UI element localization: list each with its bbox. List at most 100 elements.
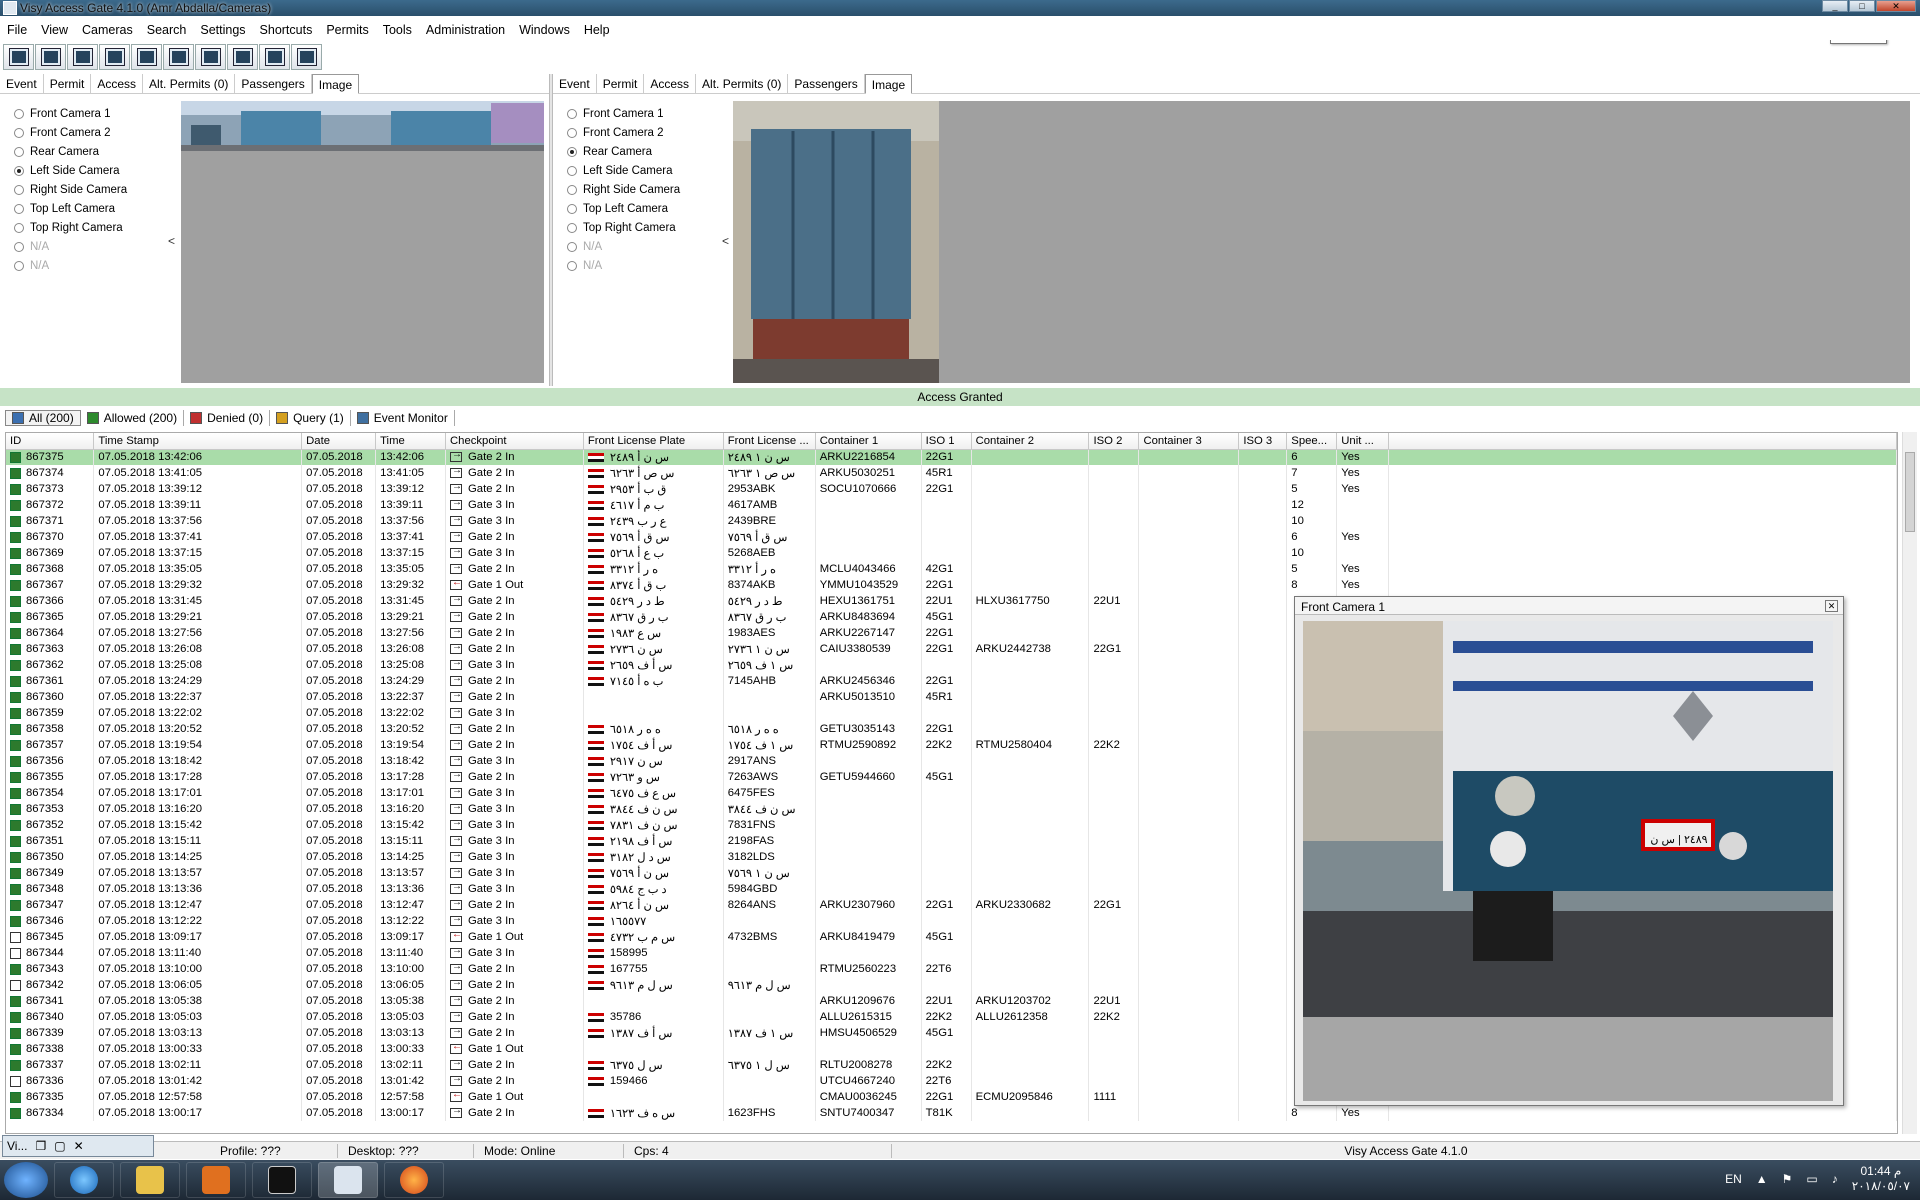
filter-allowed-200[interactable]: Allowed (200) (81, 410, 185, 426)
menu-administration[interactable]: Administration (419, 23, 512, 37)
taskbar-media[interactable] (186, 1162, 246, 1198)
tab-event[interactable]: Event (553, 74, 597, 93)
table-row[interactable]: 867370 07.05.2018 13:37:41 07.05.2018 13:37… (6, 529, 1897, 545)
camera-option-top-right-camera[interactable]: Top Right Camera (567, 218, 680, 237)
filter-event-monitor[interactable]: Event Monitor (351, 410, 455, 426)
toolbar-button-7[interactable] (195, 44, 226, 70)
menu-help[interactable]: Help (577, 23, 617, 37)
tab-alt-permits-0[interactable]: Alt. Permits (0) (143, 74, 236, 93)
network-icon[interactable]: ▭ (1806, 1172, 1817, 1186)
camera-option-right-side-camera[interactable]: Right Side Camera (567, 180, 680, 199)
radio-button[interactable] (567, 203, 577, 214)
column-header-front-license[interactable]: Front License ... (723, 433, 816, 450)
radio-button[interactable] (567, 184, 577, 195)
column-header-unit[interactable]: Unit ... (1336, 433, 1390, 450)
column-header-id[interactable]: ID (6, 433, 95, 450)
table-row[interactable]: 867367 07.05.2018 13:29:32 07.05.2018 13:29… (6, 577, 1897, 593)
column-header-container-2[interactable]: Container 2 (971, 433, 1090, 450)
table-row[interactable]: 867372 07.05.2018 13:39:11 07.05.2018 13:39… (6, 497, 1897, 513)
radio-button[interactable] (567, 127, 577, 138)
camera-option-front-camera-2[interactable]: Front Camera 2 (14, 123, 127, 142)
table-row[interactable]: 867374 07.05.2018 13:41:05 07.05.2018 13:41… (6, 465, 1897, 481)
radio-button[interactable] (14, 222, 24, 233)
table-row[interactable]: 867375 07.05.2018 13:42:06 07.05.2018 13:42… (6, 449, 1897, 465)
tab-access[interactable]: Access (644, 74, 697, 93)
filter-all-200[interactable]: All (200) (5, 410, 81, 426)
tab-alt-permits-0[interactable]: Alt. Permits (0) (696, 74, 789, 93)
menu-shortcuts[interactable]: Shortcuts (253, 23, 320, 37)
column-header-spee[interactable]: Spee... (1286, 433, 1338, 450)
camera-option-left-side-camera[interactable]: Left Side Camera (14, 161, 127, 180)
camera-option-top-left-camera[interactable]: Top Left Camera (567, 199, 680, 218)
column-header-time[interactable]: Time (375, 433, 447, 450)
taskbar-ie[interactable] (54, 1162, 114, 1198)
column-header-container-3[interactable]: Container 3 (1138, 433, 1240, 450)
radio-button[interactable] (567, 108, 577, 119)
camera-option-right-side-camera[interactable]: Right Side Camera (14, 180, 127, 199)
close-button[interactable]: ✕ (1876, 0, 1916, 12)
radio-button[interactable] (14, 146, 24, 157)
toolbar-button-9[interactable] (259, 44, 290, 70)
grid-vertical-scrollbar[interactable] (1902, 432, 1917, 1134)
taskbar-visy[interactable] (318, 1162, 378, 1198)
camera-option-left-side-camera[interactable]: Left Side Camera (567, 161, 680, 180)
camera-option-rear-camera[interactable]: Rear Camera (14, 142, 127, 161)
close-icon[interactable]: ✕ (1825, 600, 1838, 612)
menu-settings[interactable]: Settings (193, 23, 252, 37)
close-icon[interactable]: ✕ (74, 1139, 84, 1153)
menu-view[interactable]: View (34, 23, 75, 37)
right-collapse-arrow[interactable]: < (722, 234, 729, 248)
camera-option-front-camera-2[interactable]: Front Camera 2 (567, 123, 680, 142)
column-header-time-stamp[interactable]: Time Stamp (93, 433, 303, 450)
maximize-button[interactable]: □ (1849, 0, 1875, 12)
tab-image[interactable]: Image (311, 74, 360, 94)
menu-windows[interactable]: Windows (512, 23, 577, 37)
camera-option-front-camera-1[interactable]: Front Camera 1 (14, 104, 127, 123)
radio-button[interactable] (14, 108, 24, 119)
maximize-icon[interactable]: ▢ (54, 1139, 65, 1153)
toolbar-button-10[interactable] (291, 44, 322, 70)
tab-passengers[interactable]: Passengers (788, 74, 865, 93)
table-row[interactable]: 867368 07.05.2018 13:35:05 07.05.2018 13:35… (6, 561, 1897, 577)
clock[interactable]: 01:44 م ٢٠١٨/٠٥/٠٧ (1852, 1164, 1910, 1194)
tab-access[interactable]: Access (91, 74, 144, 93)
column-header-iso-2[interactable]: ISO 2 (1088, 433, 1140, 450)
camera-option-top-right-camera[interactable]: Top Right Camera (14, 218, 127, 237)
taskbar-explorer[interactable] (120, 1162, 180, 1198)
table-row[interactable]: 867373 07.05.2018 13:39:12 07.05.2018 13:39… (6, 481, 1897, 497)
column-header-iso-3[interactable]: ISO 3 (1238, 433, 1288, 450)
minimized-window[interactable]: Vi... ❐ ▢ ✕ (2, 1135, 154, 1157)
column-header-checkpoint[interactable]: Checkpoint (445, 433, 584, 450)
column-header-container-1[interactable]: Container 1 (815, 433, 922, 450)
toolbar-button-8[interactable] (227, 44, 258, 70)
menu-permits[interactable]: Permits (319, 23, 375, 37)
left-collapse-arrow[interactable]: < (168, 234, 175, 248)
filter-query-1[interactable]: Query (1) (270, 410, 351, 426)
toolbar-button-1[interactable] (3, 44, 34, 70)
tab-permit[interactable]: Permit (597, 74, 645, 93)
tab-permit[interactable]: Permit (44, 74, 92, 93)
radio-button[interactable] (14, 184, 24, 195)
radio-button[interactable] (14, 203, 24, 214)
column-header-front-license-plate[interactable]: Front License Plate (583, 433, 724, 450)
menu-tools[interactable]: Tools (376, 23, 419, 37)
toolbar-button-3[interactable] (67, 44, 98, 70)
front-camera-window[interactable]: Front Camera 1 ✕ ٢٤٨٩ | س ن (1294, 596, 1844, 1106)
taskbar-firefox[interactable] (384, 1162, 444, 1198)
radio-button[interactable] (14, 127, 24, 138)
language-indicator[interactable]: EN (1725, 1172, 1742, 1186)
table-row[interactable]: 867334 07.05.2018 13:00:17 07.05.2018 13:00… (6, 1105, 1897, 1121)
flag-icon[interactable]: ⚑ (1782, 1172, 1793, 1186)
camera-option-top-left-camera[interactable]: Top Left Camera (14, 199, 127, 218)
toolbar-button-5[interactable] (131, 44, 162, 70)
tab-event[interactable]: Event (0, 74, 44, 93)
radio-button[interactable] (567, 222, 577, 233)
taskbar-cmd[interactable] (252, 1162, 312, 1198)
camera-option-front-camera-1[interactable]: Front Camera 1 (567, 104, 680, 123)
restore-icon[interactable]: ❐ (35, 1139, 46, 1153)
start-button[interactable] (4, 1162, 48, 1198)
tab-passengers[interactable]: Passengers (235, 74, 312, 93)
minimize-button[interactable]: _ (1822, 0, 1848, 12)
toolbar-button-4[interactable] (99, 44, 130, 70)
toolbar-button-2[interactable] (35, 44, 66, 70)
